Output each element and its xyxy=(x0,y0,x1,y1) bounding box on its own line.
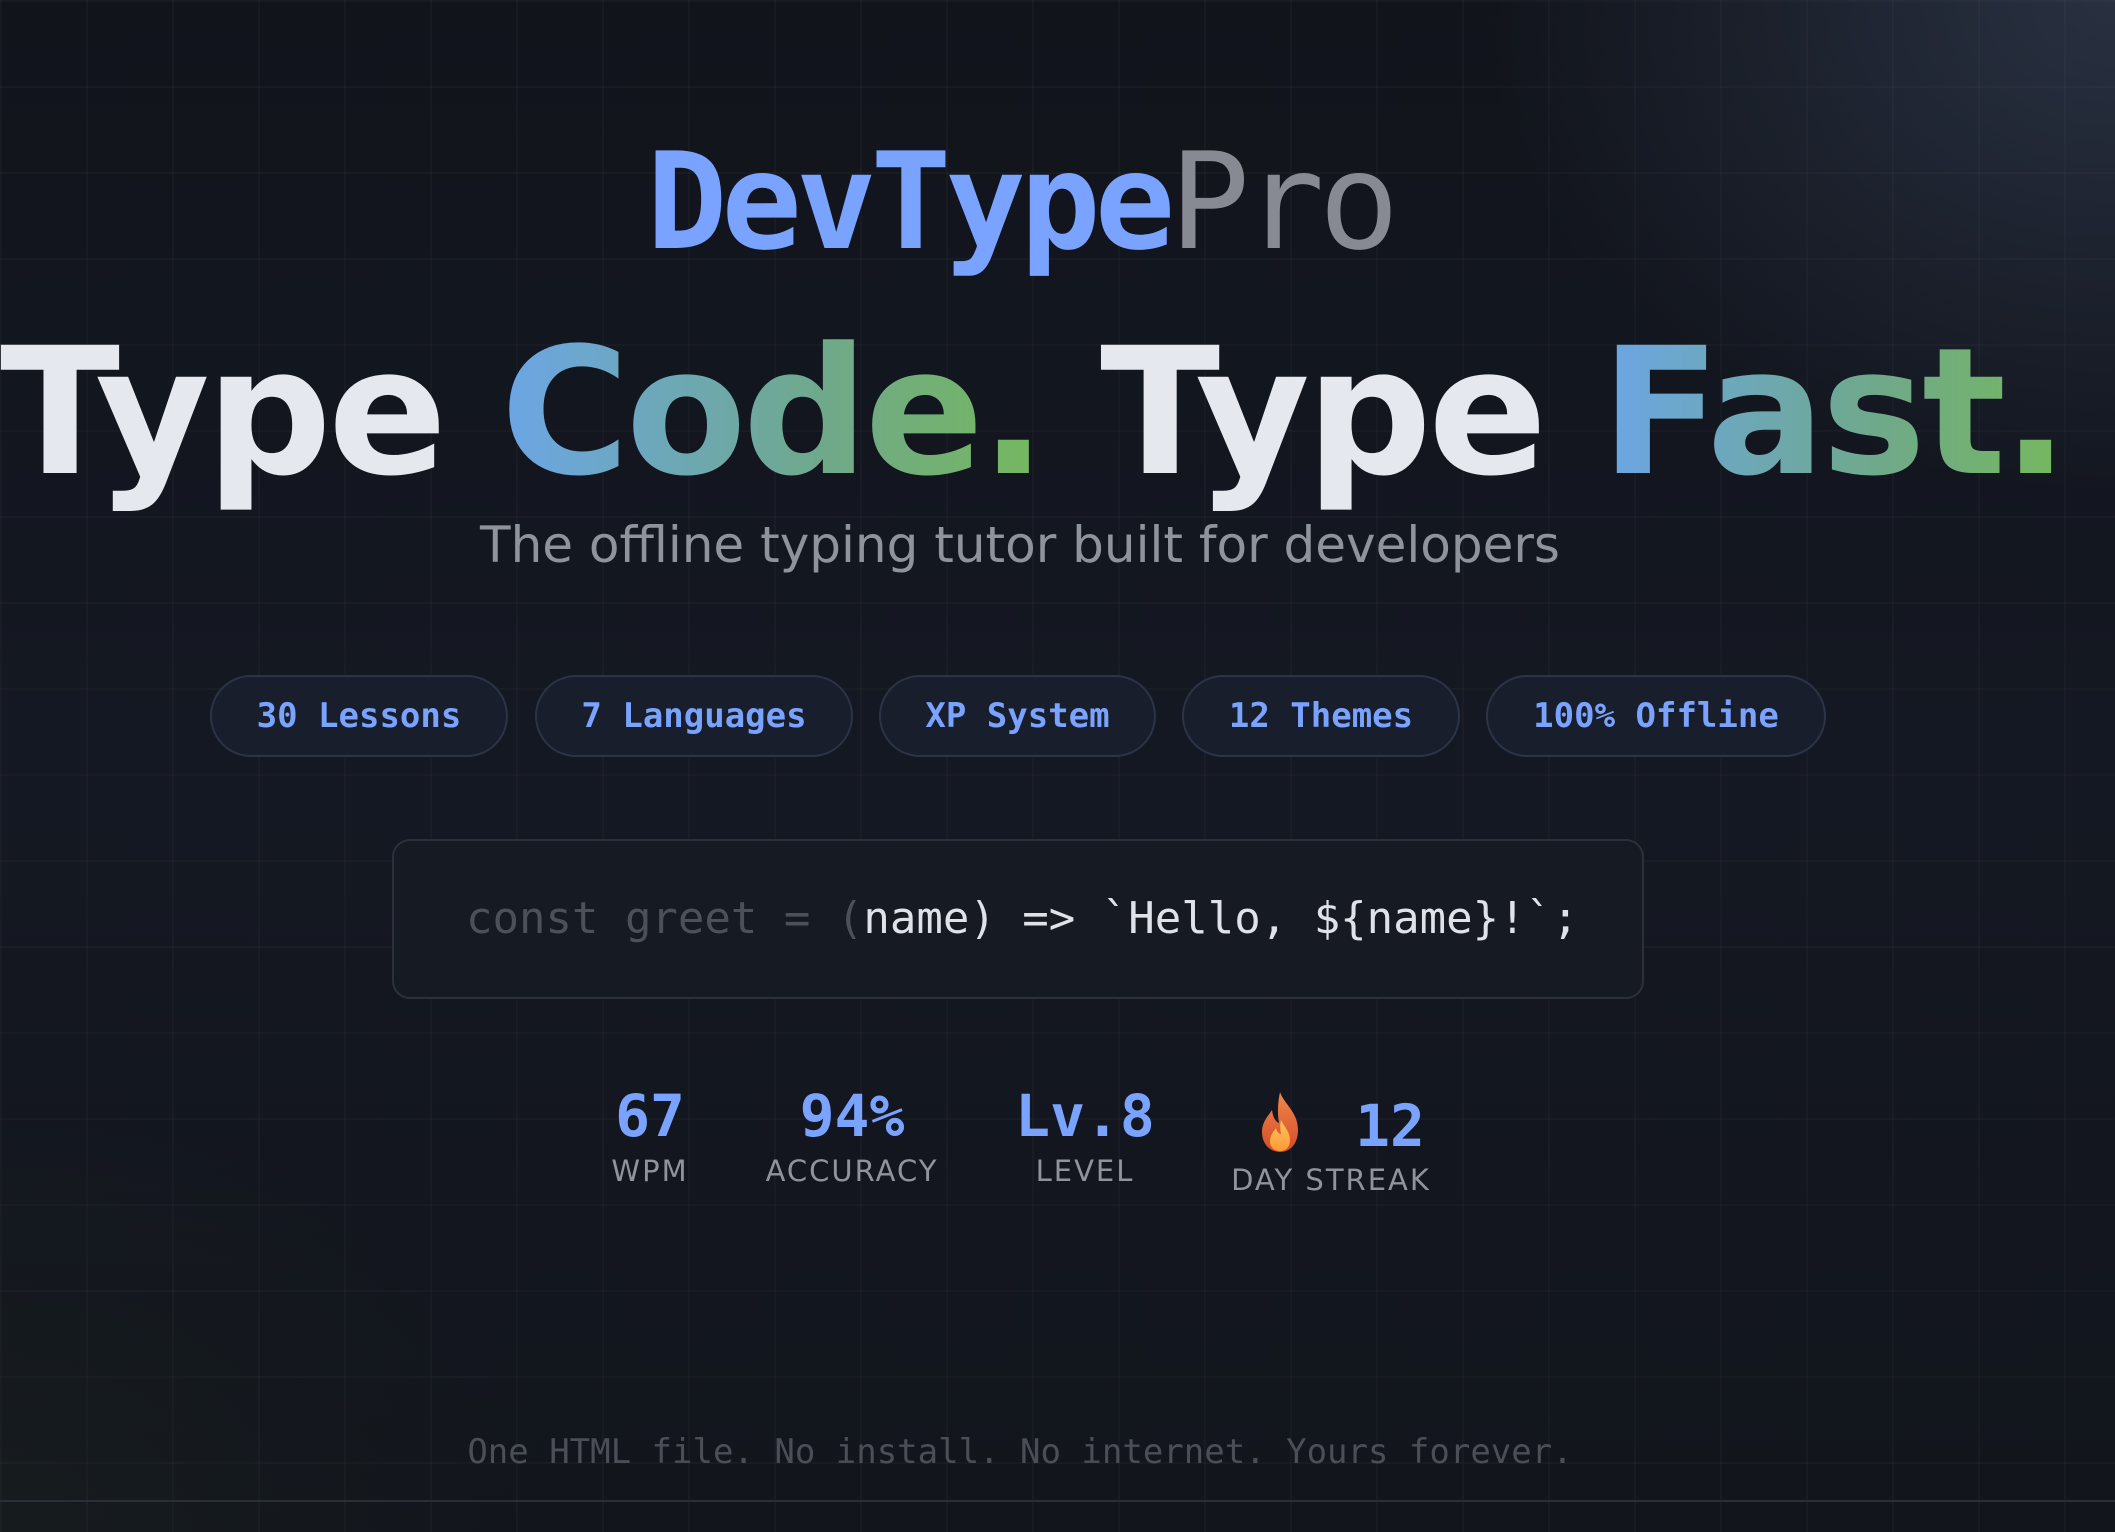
stat-level-value: Lv.8 xyxy=(1015,1082,1155,1150)
feature-pill-themes: 12 Themes xyxy=(1182,675,1460,757)
brand-name-secondary: Pro xyxy=(1169,124,1399,280)
feature-pill-languages: 7 Languages xyxy=(535,675,853,757)
headline-word-type: Type xyxy=(0,310,447,515)
stat-level-label: LEVEL xyxy=(1035,1154,1135,1188)
stat-wpm-label: WPM xyxy=(611,1154,689,1188)
stat-accuracy-label: ACCURACY xyxy=(765,1154,939,1188)
stat-streak-value: 12 xyxy=(1355,1092,1425,1160)
hero-subtitle: The offline typing tutor built for devel… xyxy=(480,516,1560,574)
feature-pill-lessons: 30 Lessons xyxy=(210,675,508,757)
headline-word-code: Code. xyxy=(500,310,1047,515)
brand-name-primary: DevType xyxy=(646,124,1176,280)
footer-tagline: One HTML file. No install. No internet. … xyxy=(467,1432,1573,1472)
landing-page: DevTypePro Type Code. Type Fast. The off… xyxy=(0,0,2115,1532)
typing-code-preview[interactable]: const greet = (name) => `Hello, ${name}!… xyxy=(392,839,1644,999)
feature-pill-offline: 100% Offline xyxy=(1486,675,1826,757)
stat-accuracy-value: 94% xyxy=(799,1082,905,1150)
footer-divider xyxy=(0,1500,2115,1502)
stat-streak-label: DAY STREAK xyxy=(1231,1163,1431,1197)
headline-word-fast: Fast. xyxy=(1600,310,2069,515)
code-typed-portion: const greet = ( xyxy=(466,893,864,944)
fire-icon xyxy=(1262,1092,1298,1152)
feature-pill-xp: XP System xyxy=(879,675,1156,757)
hero-headline: Type Code. Type Fast. xyxy=(0,318,2069,508)
code-remaining-portion: name) => `Hello, ${name}!`; xyxy=(863,893,1579,944)
stat-wpm-value: 67 xyxy=(615,1082,685,1150)
brand-logo: DevTypePro xyxy=(0,135,2040,269)
headline-word-type-2: Type xyxy=(1100,310,1547,515)
